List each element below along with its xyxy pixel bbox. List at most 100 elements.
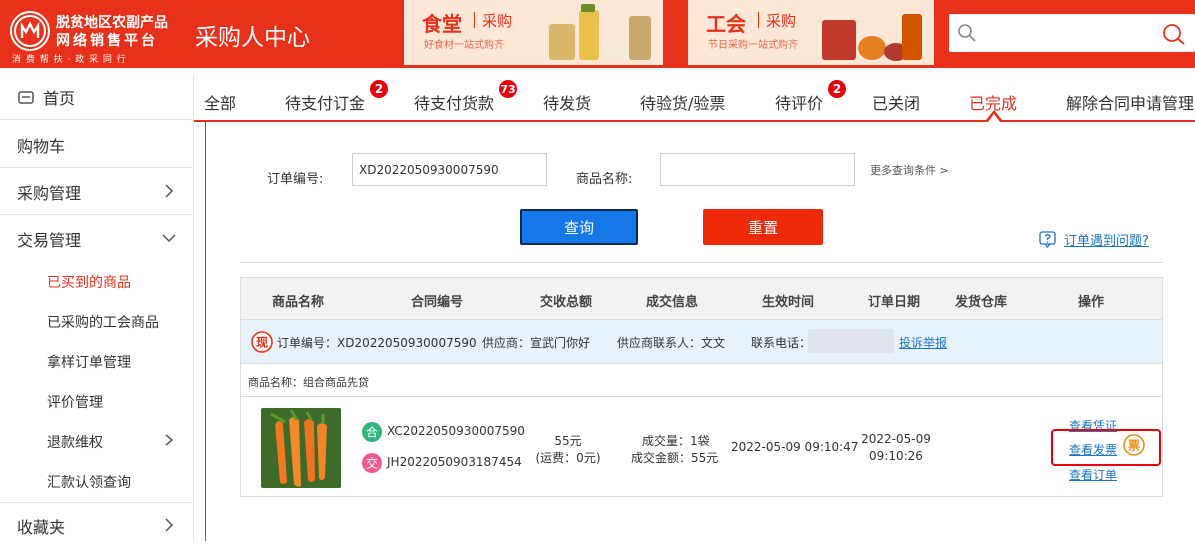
sidebar-sub-refunds[interactable]: 退款维权 <box>47 432 103 452</box>
sidebar-sub-union-purchased[interactable]: 已采购的工会商品 <box>47 312 159 332</box>
product-name-text: 商品名称：组合商品先贷 <box>248 376 369 389</box>
more-conditions-link[interactable]: 更多查询条件 > <box>870 162 949 178</box>
search-box[interactable] <box>949 14 1195 52</box>
sidebar-item-label: 收藏夹 <box>17 517 66 537</box>
product-name-input[interactable] <box>660 153 855 186</box>
chevron-right-icon <box>165 184 174 198</box>
banner-title: 食堂 <box>422 12 462 36</box>
banner-title: 工会 <box>706 12 746 36</box>
freight-amount: (运费：0元) <box>535 451 601 465</box>
contract-jiao-char: 交 <box>366 456 378 471</box>
column-header: 商品名称 <box>272 295 325 310</box>
sidebar-sub-remittance[interactable]: 汇款认领查询 <box>47 472 131 492</box>
reset-button[interactable]: 重置 <box>703 209 823 245</box>
query-button[interactable]: 查询 <box>520 209 638 245</box>
sidebar-item-home[interactable]: 首页 <box>0 74 194 120</box>
sidebar-sub-sample-orders[interactable]: 拿样订单管理 <box>47 352 131 372</box>
section-divider <box>240 262 1163 263</box>
content-left-border <box>205 122 206 541</box>
sidebar-sub-reviews[interactable]: 评价管理 <box>47 392 103 412</box>
table-header: 商品名称 合同编号 交收总额 成交信息 生效时间 订单日期 发货仓库 操作 <box>241 278 1162 320</box>
logo-line1: 脱贫地区农副产品 <box>56 15 168 31</box>
total-amount: 55元 <box>554 434 582 448</box>
order-help-link[interactable]: 订单遇到问题? <box>1064 230 1149 249</box>
spot-order-icon: 现 <box>251 331 273 353</box>
contract-number: XC2022050930007590 <box>387 424 525 438</box>
product-name-label: 商品名称: <box>576 172 633 187</box>
groceries-image-icon <box>549 4 651 60</box>
search-button-icon[interactable] <box>1161 22 1187 46</box>
tab-badge: 2 <box>828 80 846 98</box>
platform-logo[interactable]: 脱贫地区农副产品 网络销售平台 消 费 帮 扶 · 政 采 同 行 <box>8 8 176 65</box>
order-time: 09:10:26 <box>869 449 923 463</box>
invoice-ticket-icon: 票 <box>1123 434 1145 456</box>
tab-pending-shipment[interactable]: 待发货 <box>543 90 591 114</box>
tab-badge: 73 <box>499 80 517 98</box>
order-number: 订单编号：XD2022050930007590 <box>277 336 477 350</box>
canteen-banner[interactable]: 食堂 采购 好食材一站式购齐 <box>404 0 663 65</box>
sidebar-item-label: 采购管理 <box>17 183 82 203</box>
order-info-bar: 现 订单编号：XD2022050930007590 供应商：宣武门你好 供应商联… <box>241 320 1162 364</box>
tab-contract-termination[interactable]: 解除合同申请管理 <box>1066 90 1194 114</box>
logo-line2: 网络销售平台 <box>56 33 158 49</box>
view-order-link[interactable]: 查看订单 <box>1069 466 1117 483</box>
sidebar-item-label: 首页 <box>43 88 76 108</box>
order-no-input[interactable]: XD2022050930007590 <box>352 153 547 186</box>
sidebar-item-label: 交易管理 <box>17 231 82 250</box>
carrot-image-icon <box>261 408 341 488</box>
contract-jiao-icon: 交 <box>362 453 382 473</box>
sidebar-item-label: 购物车 <box>17 136 66 156</box>
tab-pending-payment[interactable]: 待支付货款 <box>414 90 494 114</box>
order-date: 2022-05-09 <box>861 432 931 446</box>
tab-closed[interactable]: 已关闭 <box>872 90 920 114</box>
deal-quantity: 成交量：1袋 <box>642 434 710 448</box>
contract-he-icon: 合 <box>362 422 382 442</box>
contract-he-char: 合 <box>366 425 378 440</box>
banner-divider <box>474 12 475 28</box>
top-header: 脱贫地区农副产品 网络销售平台 消 费 帮 扶 · 政 采 同 行 采购人中心 … <box>0 0 1195 68</box>
sidebar-item-favorites[interactable]: 收藏夹 <box>0 502 194 548</box>
order-table: 商品名称 合同编号 交收总额 成交信息 生效时间 订单日期 发货仓库 操作 现 … <box>240 277 1163 497</box>
column-header: 操作 <box>1078 295 1105 310</box>
sidebar-sub-purchased[interactable]: 已买到的商品 <box>47 272 131 292</box>
settlement-number: JH2022050903187454 <box>387 455 522 469</box>
tab-pending-deposit[interactable]: 待支付订金 <box>285 90 365 114</box>
invoice-ticket-char: 票 <box>1128 439 1140 453</box>
home-icon <box>18 90 34 104</box>
sidebar-item-cart[interactable]: 购物车 <box>0 122 194 168</box>
spot-order-char: 现 <box>256 336 268 350</box>
banner-subtitle: 好食材一站式购齐 <box>424 40 504 51</box>
supplier-contact: 供应商联系人：文文 <box>617 336 726 350</box>
banner-subtitle: 节日采购一站式购齐 <box>708 40 798 51</box>
tab-pending-inspection[interactable]: 待验货/验票 <box>640 90 725 114</box>
search-input[interactable] <box>983 20 1153 46</box>
column-header: 发货仓库 <box>955 295 1008 310</box>
chevron-right-icon <box>165 434 174 446</box>
search-icon <box>958 24 976 42</box>
product-image[interactable] <box>261 408 341 488</box>
tab-badge: 2 <box>370 80 388 98</box>
product-name-row: 商品名称：组合商品先贷 <box>241 364 1162 397</box>
phone-redacted <box>808 329 894 353</box>
order-no-label: 订单编号: <box>267 172 324 187</box>
column-header: 合同编号 <box>411 295 464 310</box>
tab-all[interactable]: 全部 <box>204 90 236 114</box>
effective-time: 2022-05-09 09:10:47 <box>731 440 859 454</box>
complaint-link[interactable]: 投诉举报 <box>899 334 947 351</box>
chevron-down-icon <box>162 234 176 243</box>
chevron-right-icon <box>165 518 174 532</box>
gift-goods-image-icon <box>822 14 922 61</box>
union-banner[interactable]: 工会 采购 节日采购一站式购齐 <box>688 0 934 65</box>
page-title: 采购人中心 <box>195 25 310 51</box>
tab-pending-review[interactable]: 待评价 <box>775 90 823 114</box>
banner-divider <box>758 12 759 28</box>
column-header: 成交信息 <box>646 295 699 310</box>
supplier-name: 供应商：宣武门你好 <box>482 336 591 350</box>
sidebar-item-transactions[interactable]: 交易管理 <box>0 216 194 262</box>
phone-label: 联系电话： <box>751 336 812 350</box>
help-icon <box>1039 231 1056 248</box>
logo-emblem-icon <box>10 11 50 51</box>
deal-amount: 成交金额：55元 <box>631 451 719 465</box>
sidebar-item-procurement[interactable]: 采购管理 <box>0 169 194 215</box>
order-status-tabs: 全部 待支付订金 2 待支付货款 73 待发货 待验货/验票 待评价 2 已关闭… <box>194 78 1195 122</box>
